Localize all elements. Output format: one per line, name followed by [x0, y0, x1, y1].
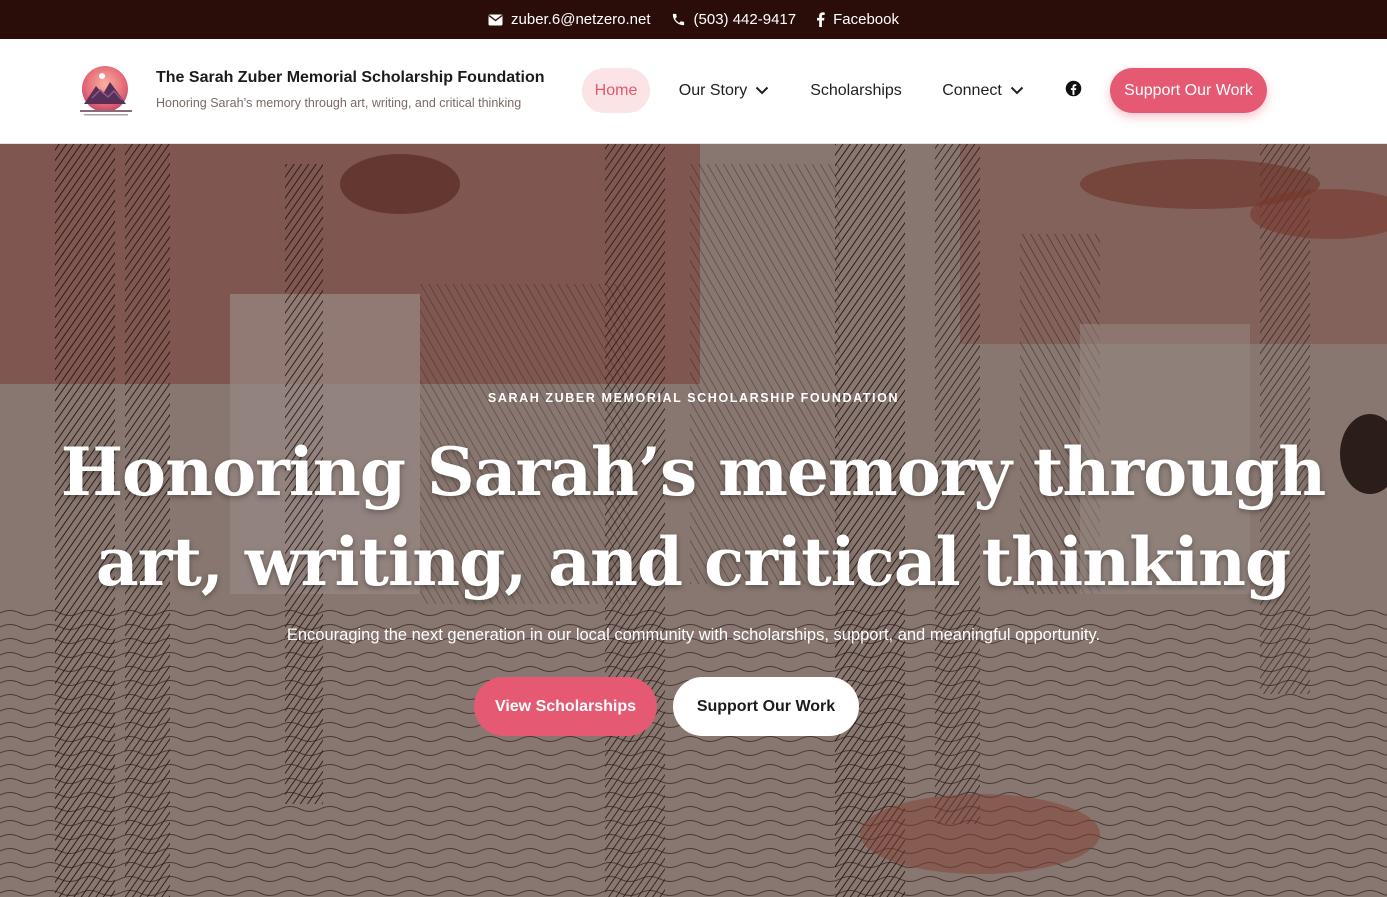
hero-subtitle: Encouraging the next generation in our l… [286, 626, 1101, 644]
nav-connect[interactable]: Connect [934, 68, 1032, 113]
email-link[interactable]: zuber.6@netzero.net [488, 11, 651, 28]
facebook-text: Facebook [833, 11, 899, 28]
hero-title: Honoring Sarah’s memory through art, wri… [43, 427, 1343, 607]
view-scholarships-button[interactable]: View Scholarships [474, 677, 657, 736]
hero-eyebrow: SARAH ZUBER MEMORIAL SCHOLARSHIP FOUNDAT… [487, 391, 900, 405]
chevron-down-icon [1010, 82, 1024, 100]
brand-tagline: Honoring Sarah’s memory through art, wri… [156, 96, 522, 110]
envelope-icon [488, 14, 503, 26]
foundation-logo[interactable] [78, 64, 134, 120]
support-our-work-header-button[interactable]: Support Our Work [1110, 68, 1267, 113]
phone-icon [671, 12, 686, 27]
chevron-down-icon [755, 82, 769, 100]
hero-section: SARAH ZUBER MEMORIAL SCHOLARSHIP FOUNDAT… [0, 144, 1387, 897]
brand-title[interactable]: The Sarah Zuber Memorial Scholarship Fou… [156, 69, 545, 87]
nav-scholarships[interactable]: Scholarships [802, 68, 910, 113]
nav-scholarships-label: Scholarships [810, 81, 902, 99]
hero-title-line1: Honoring Sarah’s memory through [60, 433, 1327, 511]
contact-bar: zuber.6@netzero.net (503) 442-9417 Faceb… [0, 0, 1387, 39]
nav-our-story[interactable]: Our Story [670, 68, 778, 113]
nav-home[interactable]: Home [582, 68, 650, 113]
facebook-link[interactable]: Facebook [816, 11, 899, 28]
phone-text: (503) 442-9417 [693, 11, 797, 28]
nav-our-story-label: Our Story [678, 81, 748, 99]
support-our-work-hero-button[interactable]: Support Our Work [673, 677, 859, 736]
facebook-icon [1065, 80, 1082, 102]
phone-link[interactable]: (503) 442-9417 [671, 11, 797, 28]
nav-facebook[interactable] [1058, 68, 1088, 113]
support-button-label: Support Our Work [1124, 81, 1253, 99]
nav-connect-label: Connect [942, 81, 1002, 99]
email-text: zuber.6@netzero.net [511, 11, 651, 28]
facebook-f-icon [816, 12, 825, 27]
hero-title-line2: art, writing, and critical thinking [95, 523, 1291, 601]
site-header: The Sarah Zuber Memorial Scholarship Fou… [0, 39, 1387, 144]
nav-home-label: Home [594, 81, 638, 99]
